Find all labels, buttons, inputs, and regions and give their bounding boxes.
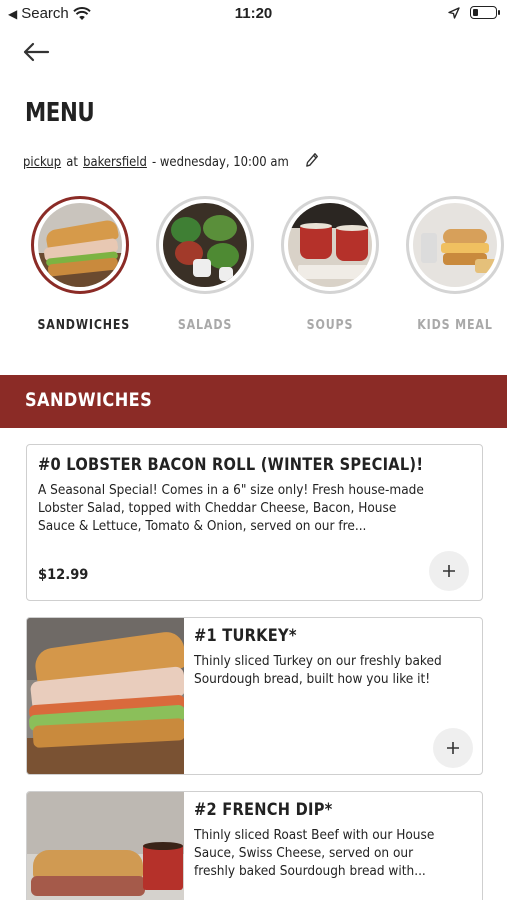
category-circle (281, 196, 379, 294)
category-sandwiches[interactable]: SANDWICHES (30, 196, 130, 333)
page-title: MENU (25, 98, 95, 128)
menu-item-price: $12.99 (38, 567, 89, 583)
pickup-info: pickup at bakersfield - wednesday, 10:00… (23, 151, 320, 173)
plus-icon (443, 565, 455, 577)
section-title: SANDWICHES (25, 389, 153, 411)
menu-item-card[interactable]: #1 TURKEY* Thinly sliced Turkey on our f… (26, 617, 483, 775)
french-dip-image (27, 792, 184, 900)
at-label: at (66, 154, 78, 170)
location-arrow-icon (448, 6, 460, 19)
pickup-schedule: - wednesday, 10:00 am (152, 154, 289, 170)
category-kids-meal[interactable]: KIDS MEAL (405, 196, 505, 333)
category-label: SOUPS (306, 318, 354, 333)
category-soups[interactable]: SOUPS (280, 196, 380, 333)
battery-fill (473, 9, 478, 16)
menu-item-description: A Seasonal Special! Comes in a 6" size o… (38, 482, 424, 534)
menu-item-card[interactable]: #2 FRENCH DIP* Thinly sliced Roast Beef … (26, 791, 483, 900)
menu-item-title: #1 TURKEY* (194, 626, 297, 646)
plus-icon (447, 742, 459, 754)
arrow-left-icon (23, 42, 50, 62)
salad-image (163, 203, 247, 287)
category-circle (406, 196, 504, 294)
kids-meal-image (413, 203, 497, 287)
status-right (448, 6, 500, 19)
soup-image (288, 203, 372, 287)
pickup-mode-link[interactable]: pickup (23, 154, 61, 170)
menu-item-title: #0 LOBSTER BACON ROLL (WINTER SPECIAL)! (38, 455, 424, 475)
category-label: SANDWICHES (37, 318, 131, 333)
sandwich-image (38, 203, 122, 287)
menu-item-card[interactable]: #0 LOBSTER BACON ROLL (WINTER SPECIAL)! … (26, 444, 483, 601)
menu-item-description: Thinly sliced Turkey on our freshly bake… (194, 653, 442, 687)
add-item-button[interactable] (429, 551, 469, 591)
status-time: 11:20 (234, 5, 273, 22)
category-circle (31, 196, 129, 294)
edit-pencil-icon[interactable] (304, 151, 319, 173)
section-header: SANDWICHES (0, 375, 507, 428)
category-label: SALADS (177, 318, 233, 333)
menu-item-description: Thinly sliced Roast Beef with our House … (194, 827, 435, 879)
status-bar: ◀ Search 11:20 (0, 0, 507, 28)
category-circle (156, 196, 254, 294)
battery-icon (470, 6, 500, 19)
turkey-sandwich-image (27, 618, 184, 774)
add-item-button[interactable] (433, 728, 473, 768)
category-carousel: SANDWICHES SALADS SOUPS KIDS MEAL (0, 196, 507, 346)
category-salads[interactable]: SALADS (155, 196, 255, 333)
category-label: KIDS MEAL (417, 318, 493, 333)
back-button[interactable] (22, 38, 54, 66)
menu-item-title: #2 FRENCH DIP* (194, 800, 333, 820)
location-link[interactable]: bakersfield (83, 154, 147, 170)
